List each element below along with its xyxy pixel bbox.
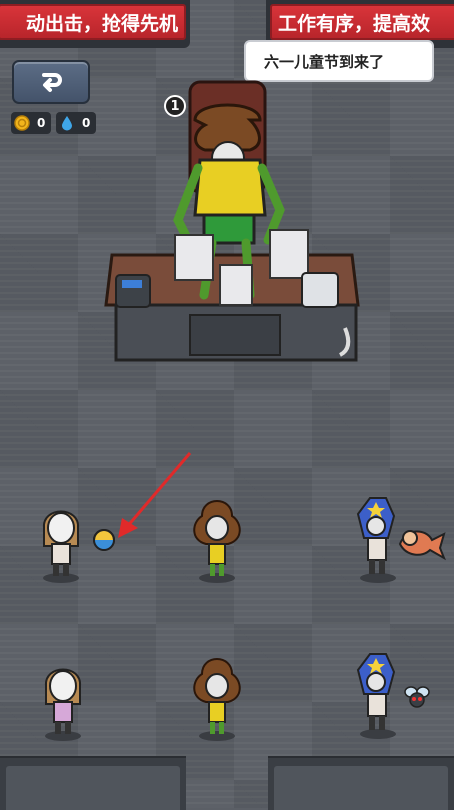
- girl-worker-icon[interactable]: [38, 498, 84, 584]
- banner-left-text: 动出击，抢得先机: [0, 4, 186, 40]
- cat-fish-pet-icon[interactable]: [396, 518, 446, 562]
- return-arrow-icon: [42, 73, 62, 92]
- water-counter: 0: [56, 112, 96, 134]
- ball-icon[interactable]: [92, 528, 116, 552]
- poop-worker-icon[interactable]: [188, 488, 246, 584]
- water-drop-icon: [62, 116, 72, 131]
- coin-value: 0: [37, 116, 46, 130]
- bottom-partition-right: [268, 756, 454, 810]
- coin-icon: [14, 115, 30, 131]
- back-button[interactable]: [12, 60, 90, 104]
- coin-counter: 0: [11, 112, 51, 134]
- boss-desk-scene[interactable]: [100, 80, 370, 380]
- ultraman-worker-icon[interactable]: [350, 494, 400, 584]
- speech-bubble: 六一儿童节到来了: [244, 40, 434, 82]
- banner-right-text: 工作有序，提高效: [270, 4, 454, 40]
- bottom-partition-left: [0, 756, 186, 810]
- fly-pet-icon[interactable]: [402, 684, 432, 710]
- pointer-arrow-icon: [118, 452, 192, 538]
- water-value: 0: [82, 116, 91, 130]
- banner-left: 动出击，抢得先机: [0, 0, 190, 48]
- poop-worker-icon[interactable]: [188, 646, 246, 742]
- ultraman-worker-icon[interactable]: [350, 650, 400, 740]
- girl-worker-icon[interactable]: [40, 656, 86, 742]
